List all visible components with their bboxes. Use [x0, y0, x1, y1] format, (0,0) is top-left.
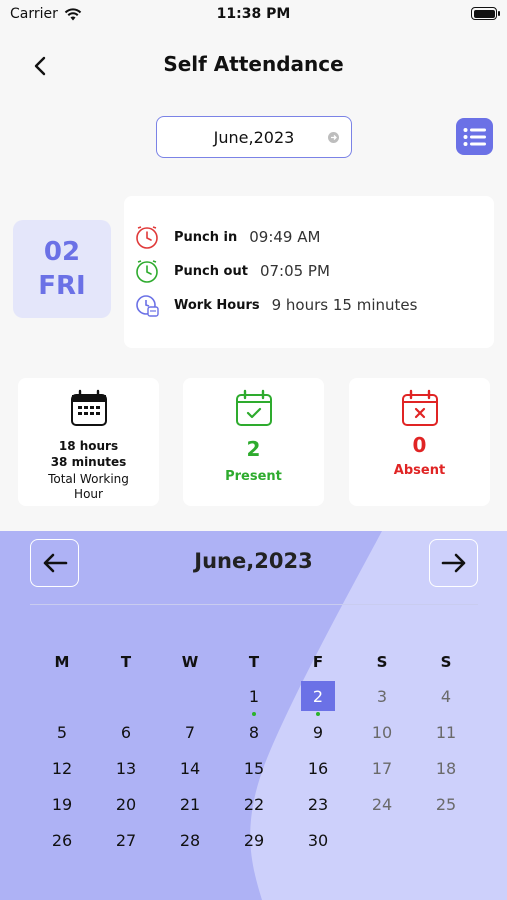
punch-out-row: Punch out 07:05 PM [134, 258, 330, 284]
calendar-day[interactable]: 19 [45, 789, 79, 819]
punch-in-label: Punch in [174, 229, 238, 245]
attendance-dot [316, 712, 320, 716]
selected-day-number: 02 [43, 237, 81, 267]
calendar-day[interactable]: 20 [109, 789, 143, 819]
work-hours-value: 9 hours 15 minutes [271, 296, 418, 314]
timer-icon [134, 292, 160, 318]
punch-out-value: 07:05 PM [259, 262, 330, 280]
calendar-day[interactable]: 15 [237, 753, 271, 783]
weekday-label: T [248, 653, 260, 671]
work-hours-label: Work Hours [174, 297, 260, 313]
list-icon [463, 127, 486, 146]
calendar-day[interactable]: 8 [237, 717, 271, 747]
selected-date-box: 02 FRI [13, 220, 111, 318]
absent-card: 0 Absent [349, 378, 490, 506]
calendar-day[interactable]: 16 [301, 753, 335, 783]
calendar-x-icon [401, 389, 438, 426]
battery-icon [471, 7, 500, 20]
work-hours-row: Work Hours 9 hours 15 minutes [134, 292, 417, 318]
arrow-right-icon [441, 553, 465, 573]
calendar-check-icon [235, 389, 272, 426]
present-label: Present [225, 469, 282, 484]
page-title: Self Attendance [163, 52, 344, 76]
total-hours-value: 18 hours 38 minutes [50, 439, 127, 469]
punch-out-label: Punch out [174, 263, 248, 279]
total-hours-card: 18 hours 38 minutes Total Working Hour [18, 378, 159, 506]
absent-count: 0 [412, 433, 427, 457]
calendar-day[interactable]: 14 [173, 753, 207, 783]
status-bar: Carrier 11:38 PM [0, 0, 507, 30]
calendar-day[interactable]: 5 [45, 717, 79, 747]
calendar-icon [70, 389, 107, 426]
next-month-button[interactable] [429, 539, 478, 587]
calendar-day[interactable]: 4 [429, 681, 463, 711]
calendar-panel: June,2023 M T W T F S S 1 2 3 4 5 6 7 8 9 10 11 12 13 14 15 16… [0, 531, 507, 900]
calendar-day[interactable]: 26 [45, 825, 79, 855]
clock-icon [134, 258, 160, 284]
present-count: 2 [246, 437, 261, 461]
weekday-label: S [440, 653, 452, 671]
calendar-day[interactable]: 10 [365, 717, 399, 747]
weekday-label: F [312, 653, 324, 671]
calendar-day[interactable]: 9 [301, 717, 335, 747]
calendar-day[interactable]: 11 [429, 717, 463, 747]
clock-icon [134, 224, 160, 250]
chevron-right-icon [328, 132, 339, 143]
calendar-day[interactable]: 17 [365, 753, 399, 783]
calendar-day[interactable]: 18 [429, 753, 463, 783]
calendar-day[interactable]: 12 [45, 753, 79, 783]
calendar-day[interactable]: 3 [365, 681, 399, 711]
nav-bar: Self Attendance [0, 44, 507, 84]
month-picker-value: June,2023 [213, 127, 295, 147]
calendar-day[interactable]: 21 [173, 789, 207, 819]
absent-label: Absent [393, 463, 446, 478]
weekday-label: T [120, 653, 132, 671]
list-view-button[interactable] [456, 118, 493, 155]
punch-in-value: 09:49 AM [249, 228, 321, 246]
selected-day-name: FRI [38, 271, 86, 301]
calendar-day[interactable]: 23 [301, 789, 335, 819]
punch-card: Punch in 09:49 AM Punch out 07:05 PM Wor… [124, 196, 494, 348]
calendar-day[interactable]: 29 [237, 825, 271, 855]
calendar-day[interactable]: 13 [109, 753, 143, 783]
weekday-label: S [376, 653, 388, 671]
status-time: 11:38 PM [216, 6, 291, 22]
month-picker[interactable]: June,2023 [156, 116, 352, 158]
calendar-day[interactable]: 2 [301, 681, 335, 716]
calendar-day[interactable]: 27 [109, 825, 143, 855]
calendar-day[interactable]: 24 [365, 789, 399, 819]
total-hours-label: Total Working Hour [48, 472, 129, 501]
punch-in-row: Punch in 09:49 AM [134, 224, 320, 250]
calendar-day[interactable]: 22 [237, 789, 271, 819]
calendar-day[interactable]: 25 [429, 789, 463, 819]
calendar-day[interactable]: 1 [237, 681, 271, 716]
calendar-day[interactable]: 30 [301, 825, 335, 855]
weekday-label: W [181, 653, 199, 671]
calendar-day[interactable]: 6 [109, 717, 143, 747]
weekday-label: M [54, 653, 70, 671]
attendance-dot [252, 712, 256, 716]
calendar-divider [30, 604, 478, 605]
calendar-day[interactable]: 7 [173, 717, 207, 747]
present-card: 2 Present [183, 378, 324, 506]
calendar-day[interactable]: 28 [173, 825, 207, 855]
